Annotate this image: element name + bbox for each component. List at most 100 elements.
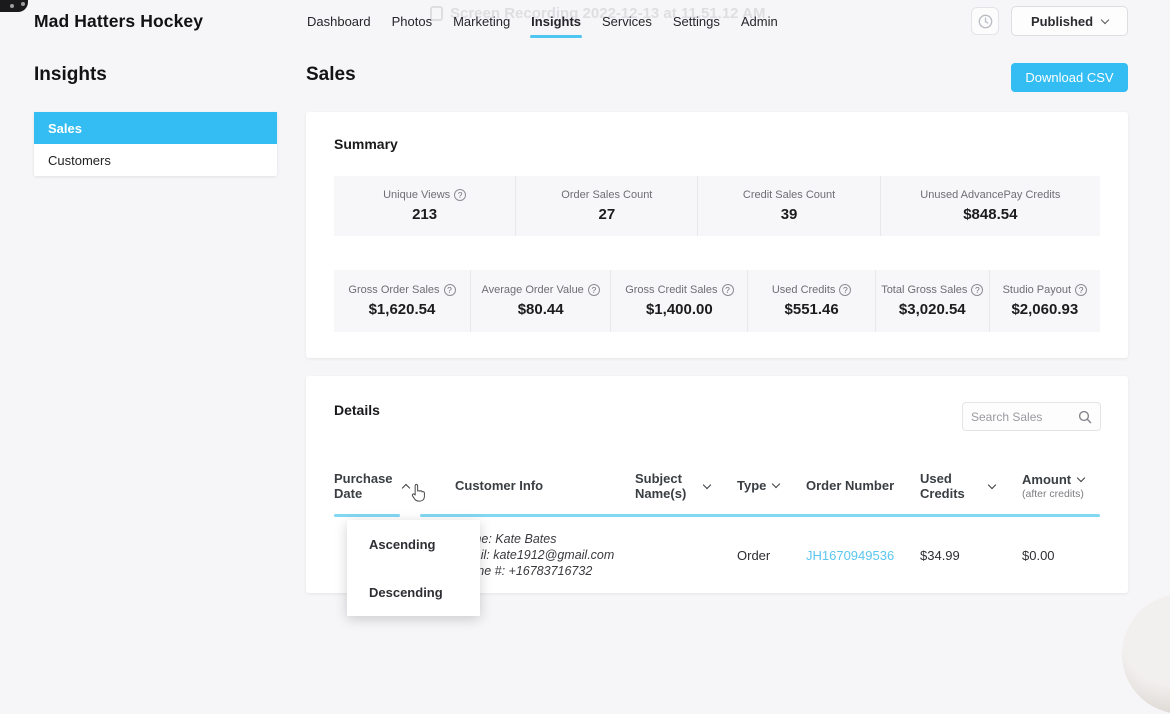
help-icon[interactable]: ? <box>839 284 851 296</box>
history-clock-button[interactable] <box>971 7 999 35</box>
metric-order-sales-count: Order Sales Count 27 <box>516 176 698 236</box>
chevron-up-icon <box>402 483 410 491</box>
column-subject-names[interactable]: Subject Name(s) <box>635 471 737 502</box>
metric-used-credits: Used Credits ? $551.46 <box>748 270 876 332</box>
metric-value: $2,060.93 <box>1011 301 1078 318</box>
column-customer-info: Customer Info <box>455 478 635 493</box>
metric-label: Used Credits <box>772 284 836 296</box>
metric-value: 27 <box>598 206 615 223</box>
customer-phone: Phone #: +16783716732 <box>455 563 635 579</box>
column-label: Customer Info <box>455 478 543 493</box>
metric-credit-sales-count: Credit Sales Count 39 <box>698 176 880 236</box>
help-icon[interactable]: ? <box>454 189 466 201</box>
corner-dot <box>10 4 14 8</box>
column-sublabel: (after credits) <box>1022 488 1084 500</box>
column-label: Used Credits <box>920 471 982 502</box>
metric-label: Unique Views <box>383 189 450 201</box>
clock-icon <box>978 14 993 29</box>
metric-label: Gross Order Sales <box>348 284 439 296</box>
summary-metrics-row-2: Gross Order Sales ? $1,620.54 Average Or… <box>334 270 1100 332</box>
column-order-number: Order Number <box>806 478 920 493</box>
customer-name: Name: Kate Bates <box>455 531 635 547</box>
search-sales-input[interactable] <box>971 410 1074 424</box>
help-icon[interactable]: ? <box>722 284 734 296</box>
corner-dot <box>21 2 25 6</box>
nav-settings[interactable]: Settings <box>673 14 720 29</box>
cell-used-credits: $34.99 <box>920 548 1022 563</box>
metric-total-gross-sales: Total Gross Sales ? $3,020.54 <box>876 270 990 332</box>
column-amount[interactable]: Amount (after credits) <box>1022 472 1100 501</box>
sort-dropdown-menu: Ascending Descending <box>347 520 480 616</box>
metric-studio-payout: Studio Payout ? $2,060.93 <box>990 270 1100 332</box>
search-sales-box <box>962 402 1101 431</box>
help-icon[interactable]: ? <box>1075 284 1087 296</box>
metric-gross-order-sales: Gross Order Sales ? $1,620.54 <box>334 270 471 332</box>
menu-item-ascending[interactable]: Ascending <box>347 520 480 568</box>
metric-label: Studio Payout <box>1003 284 1072 296</box>
help-icon[interactable]: ? <box>971 284 983 296</box>
metric-value: $80.44 <box>518 301 564 318</box>
metric-label: Total Gross Sales <box>881 284 967 296</box>
column-label: Amount <box>1022 472 1071 487</box>
chevron-down-icon <box>1101 15 1109 23</box>
column-label: Purchase Date <box>334 471 396 502</box>
top-nav: Dashboard Photos Marketing Insights Serv… <box>307 14 778 29</box>
brand-title: Mad Hatters Hockey <box>34 11 203 32</box>
chevron-down-icon <box>703 480 711 488</box>
metric-label: Average Order Value <box>481 284 583 296</box>
download-csv-button[interactable]: Download CSV <box>1011 63 1128 92</box>
published-status-dropdown[interactable]: Published <box>1011 6 1128 36</box>
column-type[interactable]: Type <box>737 478 806 493</box>
order-number-link[interactable]: JH1670949536 <box>806 548 894 563</box>
chevron-down-icon <box>988 480 996 488</box>
help-icon[interactable]: ? <box>588 284 600 296</box>
column-label: Subject Name(s) <box>635 471 697 502</box>
metric-value: $1,620.54 <box>369 301 436 318</box>
cell-order-number: JH1670949536 <box>806 548 920 563</box>
sales-table-header: Purchase Date Customer Info Subject Name… <box>334 458 1100 514</box>
metric-average-order-value: Average Order Value ? $80.44 <box>471 270 611 332</box>
menu-item-descending[interactable]: Descending <box>347 568 480 616</box>
metric-value: 39 <box>781 206 798 223</box>
summary-metrics-row-1: Unique Views ? 213 Order Sales Count 27 … <box>334 176 1100 236</box>
nav-marketing[interactable]: Marketing <box>453 14 510 29</box>
sidebar-item-sales[interactable]: Sales <box>34 112 277 144</box>
chevron-down-icon <box>772 480 780 488</box>
column-label: Order Number <box>806 478 894 493</box>
metric-unused-advancepay-credits: Unused AdvancePay Credits $848.54 <box>881 176 1100 236</box>
column-label: Type <box>737 478 766 493</box>
metric-value: 213 <box>412 206 437 223</box>
insights-page-title: Insights <box>34 64 107 86</box>
nav-admin[interactable]: Admin <box>741 14 778 29</box>
metric-label: Order Sales Count <box>561 189 652 201</box>
camera-bubble-overlay <box>1122 594 1170 714</box>
sales-page-title: Sales <box>306 64 356 86</box>
nav-dashboard[interactable]: Dashboard <box>307 14 371 29</box>
metric-value: $1,400.00 <box>646 301 713 318</box>
help-icon[interactable]: ? <box>444 284 456 296</box>
nav-photos[interactable]: Photos <box>392 14 432 29</box>
published-label: Published <box>1031 14 1093 29</box>
cell-amount: $0.00 <box>1022 548 1100 563</box>
metric-label: Gross Credit Sales <box>625 284 717 296</box>
details-heading: Details <box>334 402 380 418</box>
screen-corner-overlay <box>0 0 28 12</box>
metric-value: $3,020.54 <box>899 301 966 318</box>
metric-value: $848.54 <box>963 206 1017 223</box>
column-used-credits[interactable]: Used Credits <box>920 471 1022 502</box>
details-card: Details Purchase Date Customer Info Subj… <box>306 376 1128 593</box>
metric-gross-credit-sales: Gross Credit Sales ? $1,400.00 <box>611 270 748 332</box>
metric-value: $551.46 <box>785 301 839 318</box>
summary-heading: Summary <box>334 136 398 152</box>
metric-label: Credit Sales Count <box>743 189 835 201</box>
column-purchase-date[interactable]: Purchase Date <box>334 471 455 502</box>
sidebar-item-customers[interactable]: Customers <box>34 144 277 176</box>
chevron-down-icon <box>1077 474 1085 482</box>
cell-customer-info: Name: Kate Bates Email: kate1912@gmail.c… <box>455 531 635 579</box>
metric-unique-views: Unique Views ? 213 <box>334 176 516 236</box>
insights-sidebar: Sales Customers <box>34 112 277 176</box>
summary-card: Summary Unique Views ? 213 Order Sales C… <box>306 112 1128 358</box>
nav-services[interactable]: Services <box>602 14 652 29</box>
cell-type: Order <box>737 548 806 563</box>
nav-insights[interactable]: Insights <box>531 14 581 29</box>
